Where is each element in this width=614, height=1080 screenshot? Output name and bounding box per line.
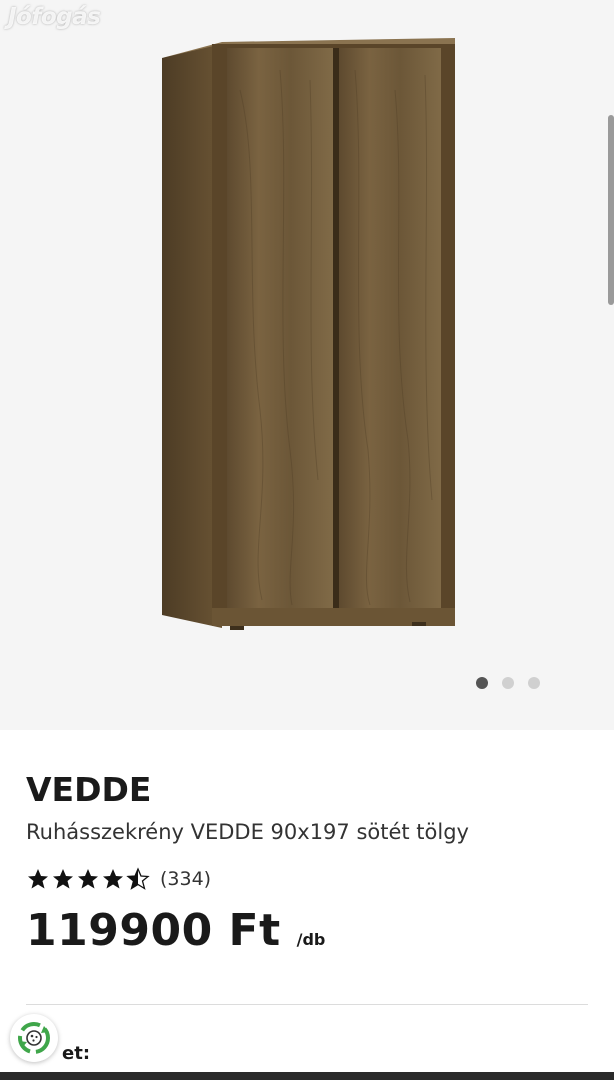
star-full-icon [103, 869, 123, 889]
product-rating[interactable]: (334) [26, 867, 211, 891]
scroll-indicator[interactable] [608, 115, 614, 305]
star-full-icon [28, 869, 48, 889]
product-brand: VEDDE [26, 770, 152, 809]
carousel-dot-1[interactable] [476, 677, 488, 689]
recycle-fab-button[interactable] [10, 1014, 58, 1062]
watermark-logo: Jófogás [8, 4, 101, 30]
product-gallery[interactable]: Jófogás [0, 0, 614, 730]
price-unit: /db [296, 930, 326, 949]
system-nav-bar [0, 1072, 614, 1080]
product-price: 119900 Ft [26, 905, 281, 956]
section-divider [26, 1004, 588, 1005]
rating-stars [26, 867, 150, 891]
recycle-icon [18, 1022, 50, 1054]
carousel-dot-3[interactable] [528, 677, 540, 689]
carousel-dot-2[interactable] [502, 677, 514, 689]
carousel-dots[interactable] [476, 677, 540, 689]
star-full-icon [78, 869, 98, 889]
review-count[interactable]: (334) [160, 868, 211, 890]
star-full-icon [53, 869, 73, 889]
price-row: 119900 Ft /db [26, 905, 325, 956]
product-image[interactable] [150, 30, 460, 635]
section-label: et: [62, 1043, 91, 1064]
product-name: Ruhásszekrény VEDDE 90x197 sötét tölgy [26, 820, 469, 844]
star-half-icon [126, 867, 150, 890]
